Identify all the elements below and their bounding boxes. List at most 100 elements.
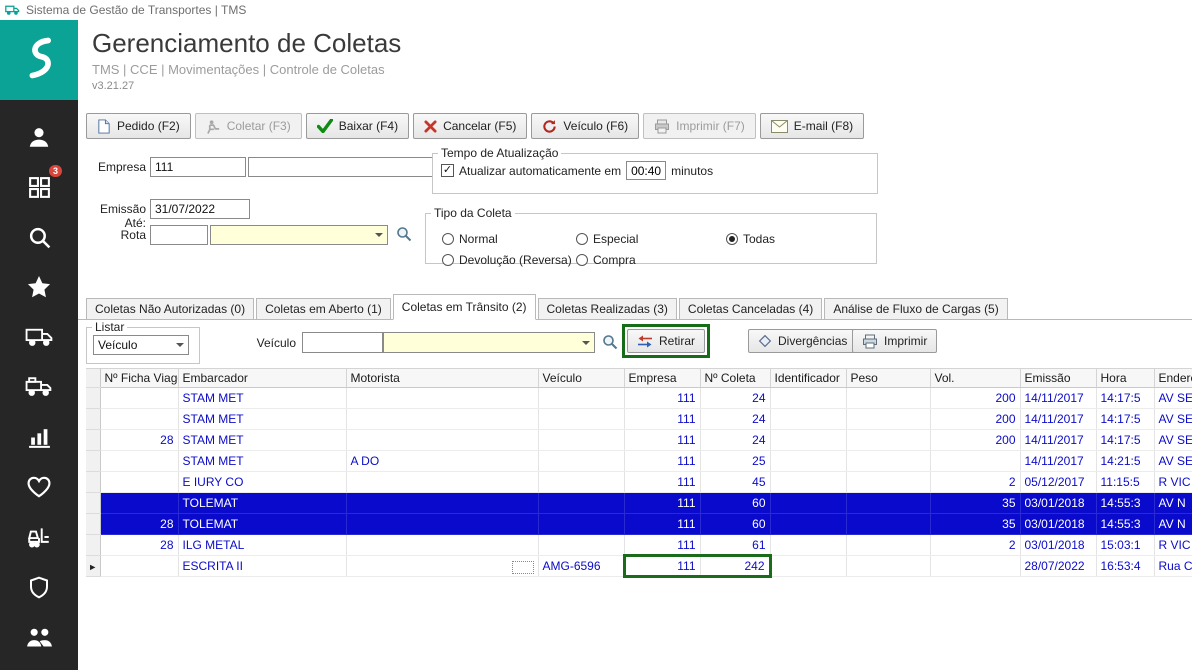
cell-vol[interactable]: 35: [930, 492, 1021, 514]
radio-normal[interactable]: Normal: [442, 232, 498, 246]
cell-peso[interactable]: [846, 534, 931, 556]
table-row[interactable]: STAM MET 111 24 200 14/11/2017 14:17:5 AV SE: [86, 408, 1192, 430]
sidebar-item-shield[interactable]: [0, 562, 78, 612]
cell-peso[interactable]: [846, 408, 931, 430]
tab-coletas-canceladas-4[interactable]: Coletas Canceladas (4): [678, 298, 823, 319]
cell-identificador[interactable]: [770, 387, 847, 409]
cell-n-coleta[interactable]: 25: [700, 450, 771, 472]
radio-todas[interactable]: Todas: [726, 232, 775, 246]
cell-hora[interactable]: 15:03:1: [1096, 534, 1155, 556]
sidebar-item-star[interactable]: [0, 262, 78, 312]
cell-veiculo[interactable]: [538, 429, 625, 451]
cell-n-coleta[interactable]: 242: [700, 554, 772, 578]
column-header-n-coleta[interactable]: Nº Coleta: [700, 368, 771, 388]
cell-endereco[interactable]: AV SE: [1154, 387, 1192, 409]
cell-emissao[interactable]: 03/01/2018: [1020, 534, 1097, 556]
cell-identificador[interactable]: [770, 429, 847, 451]
cell-embarcador[interactable]: STAM MET: [178, 408, 347, 430]
tab-coletas-realizadas-3[interactable]: Coletas Realizadas (3): [537, 298, 677, 319]
row-selector[interactable]: [86, 387, 101, 409]
cell-embarcador[interactable]: STAM MET: [178, 450, 347, 472]
column-header-veiculo[interactable]: Veículo: [538, 368, 625, 388]
cell-peso[interactable]: [846, 387, 931, 409]
cell-hora[interactable]: 14:17:5: [1096, 387, 1155, 409]
cell-n-coleta[interactable]: 45: [700, 471, 771, 493]
cell-emissao[interactable]: 14/11/2017: [1020, 387, 1097, 409]
refresh-interval-input[interactable]: [626, 161, 667, 180]
cell-n-coleta[interactable]: 24: [700, 408, 771, 430]
cell-hora[interactable]: 11:15:5: [1096, 471, 1155, 493]
sidebar-item-apps[interactable]: 3: [0, 162, 78, 212]
veiculo-input[interactable]: [302, 332, 383, 353]
cell-peso[interactable]: [846, 555, 931, 577]
cell-n-ficha-viagem[interactable]: [100, 471, 179, 493]
cell-identificador[interactable]: [770, 450, 847, 472]
cell-vol[interactable]: 2: [930, 534, 1021, 556]
cell-hora[interactable]: 14:55:3: [1096, 492, 1155, 514]
cell-embarcador[interactable]: STAM MET: [178, 387, 347, 409]
table-row[interactable]: 28 STAM MET 111 24 200 14/11/2017 14:17:5 AV SE: [86, 429, 1192, 451]
cell-identificador[interactable]: [770, 513, 847, 535]
divergencias-button[interactable]: Divergências: [748, 329, 858, 353]
cell-n-coleta[interactable]: 24: [700, 429, 771, 451]
cell-empresa[interactable]: 111: [624, 387, 701, 409]
radio-especial[interactable]: Especial: [576, 232, 638, 246]
cell-peso[interactable]: [846, 471, 931, 493]
tab-coletas-em-aberto-1[interactable]: Coletas em Aberto (1): [256, 298, 391, 319]
cell-n-coleta[interactable]: 61: [700, 534, 771, 556]
cell-empresa[interactable]: 111: [624, 492, 701, 514]
cell-endereco[interactable]: AV N: [1154, 513, 1192, 535]
cell-peso[interactable]: [846, 492, 931, 514]
column-header-motorista[interactable]: Motorista: [346, 368, 539, 388]
rota-input[interactable]: [150, 225, 208, 245]
cell-endereco[interactable]: R VIC: [1154, 471, 1192, 493]
cell-emissao[interactable]: 28/07/2022: [1020, 555, 1097, 577]
cell-hora[interactable]: 14:21:5: [1096, 450, 1155, 472]
cell-empresa[interactable]: 111: [624, 471, 701, 493]
cell-endereco[interactable]: AV SE: [1154, 450, 1192, 472]
cell-empresa[interactable]: 111: [622, 554, 701, 578]
cell-identificador[interactable]: [770, 534, 847, 556]
table-row[interactable]: 28 ILG METAL 111 61 2 03/01/2018 15:03:1 R VIC: [86, 534, 1192, 556]
emissao-ate-input[interactable]: [150, 199, 250, 219]
row-selector[interactable]: [86, 471, 101, 493]
cell-identificador[interactable]: [770, 492, 847, 514]
cell-vol[interactable]: 200: [930, 408, 1021, 430]
current-row-marker[interactable]: ►: [86, 555, 101, 577]
cell-empresa[interactable]: 111: [624, 534, 701, 556]
veiculo-f6-button[interactable]: Veículo (F6): [531, 113, 640, 139]
column-header-endereco[interactable]: Endereço: [1154, 368, 1192, 388]
cell-motorista[interactable]: [346, 492, 539, 514]
app-logo[interactable]: [0, 20, 78, 100]
table-row[interactable]: STAM MET A DO 111 25 14/11/2017 14:21:5 AV SE: [86, 450, 1192, 472]
sidebar-item-truck-alt[interactable]: [0, 362, 78, 412]
cell-n-coleta[interactable]: 60: [700, 492, 771, 514]
tab-analise-de-fluxo-de-cargas-5[interactable]: Análise de Fluxo de Cargas (5): [824, 298, 1008, 319]
imprimir-list-button[interactable]: Imprimir: [852, 329, 938, 353]
pedido-f2-button[interactable]: Pedido (F2): [86, 113, 191, 139]
column-header-peso[interactable]: Peso: [846, 368, 931, 388]
sidebar-item-group[interactable]: [0, 612, 78, 662]
column-header-embarcador[interactable]: Embarcador: [178, 368, 347, 388]
cancelar-f5-button[interactable]: Cancelar (F5): [413, 113, 528, 139]
cell-empresa[interactable]: 111: [624, 450, 701, 472]
cell-n-coleta[interactable]: 60: [700, 513, 771, 535]
cell-n-ficha-viagem[interactable]: 28: [100, 513, 179, 535]
cell-embarcador[interactable]: ILG METAL: [178, 534, 347, 556]
sidebar-item-search[interactable]: [0, 212, 78, 262]
cell-emissao[interactable]: 14/11/2017: [1020, 429, 1097, 451]
row-selector[interactable]: [86, 450, 101, 472]
sidebar-item-chart[interactable]: [0, 412, 78, 462]
veiculo-search-icon[interactable]: [602, 334, 618, 355]
cell-motorista[interactable]: [346, 534, 539, 556]
cell-n-coleta[interactable]: 24: [700, 387, 771, 409]
table-row[interactable]: STAM MET 111 24 200 14/11/2017 14:17:5 AV SE: [86, 387, 1192, 409]
table-row[interactable]: TOLEMAT 111 60 35 03/01/2018 14:55:3 AV N: [86, 492, 1192, 514]
cell-motorista[interactable]: [346, 555, 539, 577]
cell-vol[interactable]: 35: [930, 513, 1021, 535]
cell-emissao[interactable]: 05/12/2017: [1020, 471, 1097, 493]
cell-n-ficha-viagem[interactable]: 28: [100, 534, 179, 556]
cell-veiculo[interactable]: [538, 534, 625, 556]
cell-n-ficha-viagem[interactable]: [100, 387, 179, 409]
retirar-button[interactable]: Retirar: [627, 329, 706, 353]
